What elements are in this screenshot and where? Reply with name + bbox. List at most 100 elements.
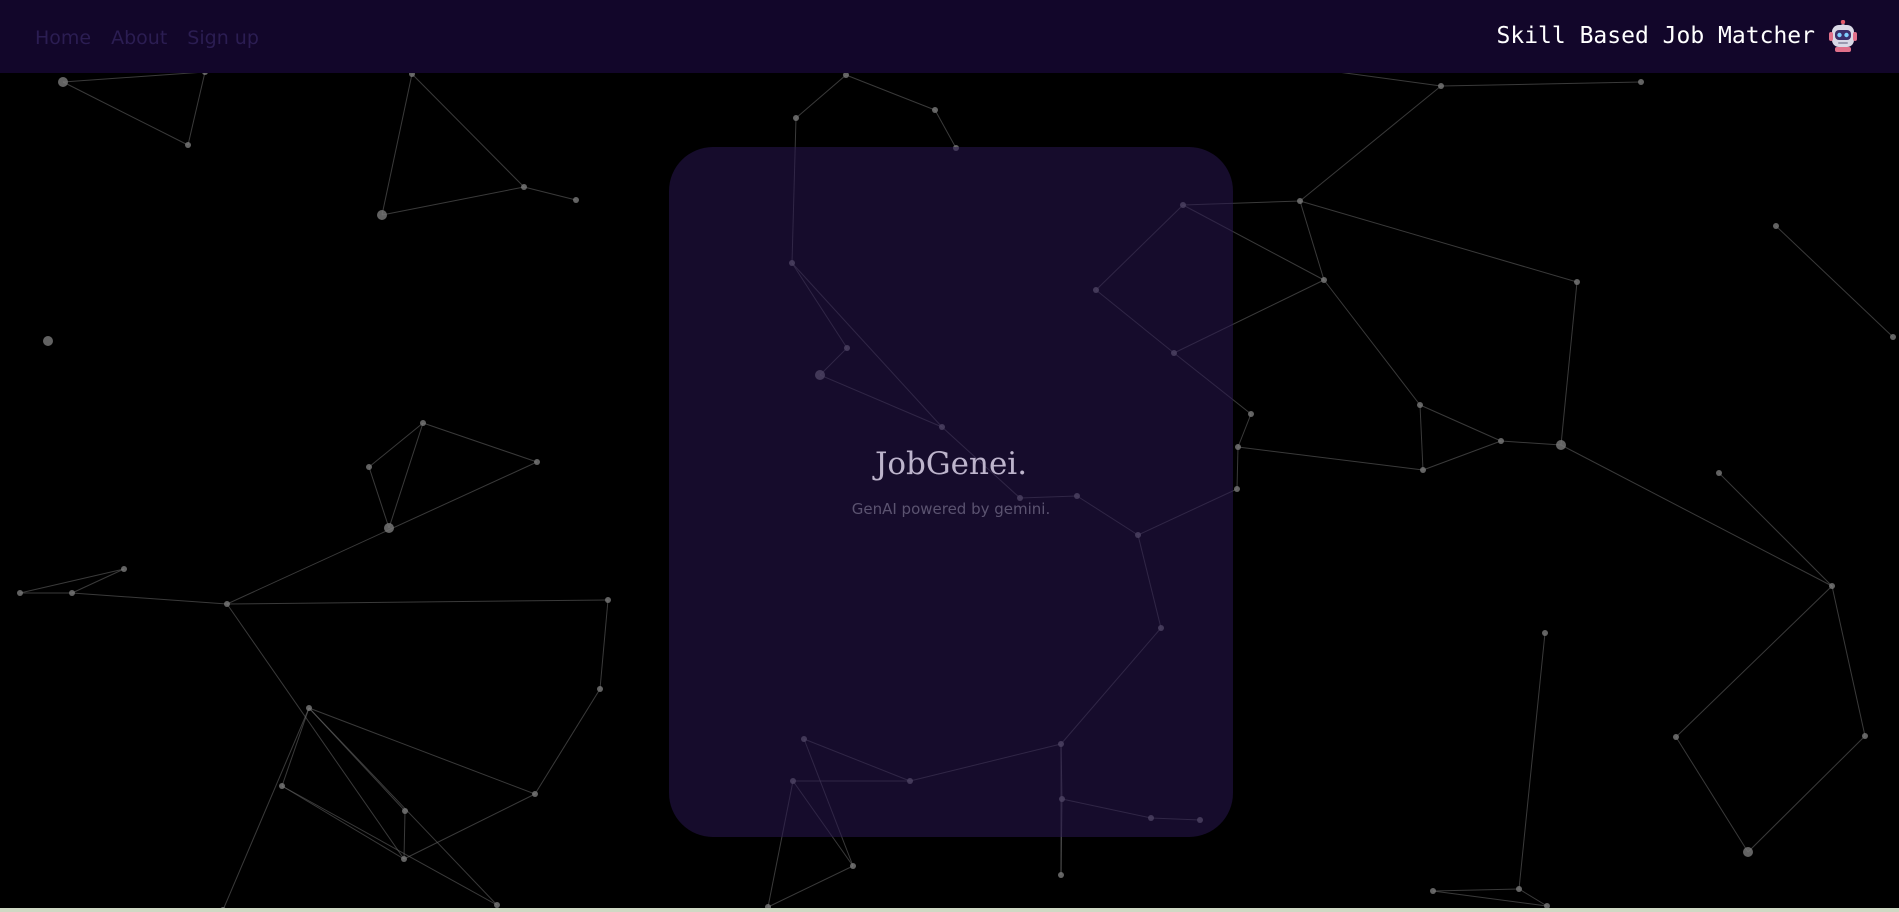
brand: Skill Based Job Matcher	[1496, 19, 1857, 52]
network-edge	[1831, 585, 1866, 737]
network-node	[121, 566, 127, 572]
network-node	[1420, 467, 1426, 473]
network-edge	[226, 599, 609, 605]
network-edge	[1500, 440, 1562, 446]
network-edge	[1432, 890, 1548, 907]
network-edge	[281, 785, 405, 860]
network-node	[17, 590, 23, 596]
network-edge	[534, 688, 601, 795]
network-node	[793, 115, 799, 121]
network-edge	[1299, 200, 1578, 283]
network-node	[384, 523, 394, 533]
network-node	[185, 142, 191, 148]
network-node	[1673, 734, 1679, 740]
network-node	[1234, 486, 1240, 492]
nav-link-home[interactable]: Home	[35, 26, 91, 50]
network-node	[1829, 583, 1835, 589]
network-edge	[1432, 888, 1520, 892]
network-edge	[403, 793, 536, 860]
nav-link-about[interactable]: About	[111, 26, 167, 50]
nav-link-sign-up[interactable]: Sign up	[187, 26, 259, 50]
network-edge	[403, 810, 406, 860]
network-edge	[1747, 735, 1866, 853]
network-edge	[381, 186, 525, 216]
network-edge	[1237, 446, 1424, 471]
nav-links: Home About Sign up	[35, 26, 259, 50]
network-edge	[1675, 736, 1749, 853]
network-node	[224, 601, 230, 607]
network-edge	[767, 865, 854, 908]
network-node	[1638, 79, 1644, 85]
network-edge	[1440, 81, 1642, 87]
network-node	[1773, 223, 1779, 229]
network-edge	[1237, 413, 1252, 448]
network-edge	[187, 71, 206, 146]
network-node	[1542, 630, 1548, 636]
network-node	[1430, 888, 1436, 894]
network-node	[306, 705, 312, 711]
network-edge	[1422, 440, 1502, 471]
network-edge	[1299, 200, 1325, 281]
page: Home About Sign up Skill Based Job Match…	[0, 0, 1899, 912]
network-node	[534, 459, 540, 465]
network-edge	[222, 707, 310, 911]
network-node	[377, 210, 387, 220]
network-edge	[71, 568, 125, 594]
network-node	[597, 686, 603, 692]
network-edge	[422, 422, 538, 463]
network-node	[58, 77, 68, 87]
network-node	[521, 184, 527, 190]
network-node	[573, 197, 579, 203]
network-edge	[411, 73, 525, 188]
network-node	[1417, 402, 1423, 408]
network-node	[420, 420, 426, 426]
network-node	[1890, 334, 1896, 340]
network-node	[1516, 886, 1522, 892]
network-edge	[19, 568, 125, 594]
network-node	[279, 783, 285, 789]
network-edge	[226, 603, 405, 860]
network-node	[532, 791, 538, 797]
brand-title: Skill Based Job Matcher	[1496, 23, 1816, 49]
network-edge	[381, 73, 413, 216]
network-edge	[1419, 404, 1424, 471]
hero-card: JobGenei. GenAI powered by gemini.	[669, 147, 1233, 837]
network-edge	[1518, 632, 1546, 890]
network-edge	[368, 466, 390, 529]
network-edge	[1518, 888, 1548, 907]
network-node	[1862, 733, 1868, 739]
network-node	[1297, 198, 1303, 204]
network-edge	[1419, 404, 1502, 442]
network-edge	[388, 422, 424, 529]
network-node	[1321, 277, 1327, 283]
network-node	[1574, 279, 1580, 285]
network-node	[43, 336, 53, 346]
network-edge	[281, 707, 310, 787]
network-edge	[1775, 225, 1894, 338]
network-edge	[523, 186, 577, 201]
network-edge	[308, 707, 498, 906]
network-edge	[845, 74, 936, 111]
network-edge	[599, 599, 609, 690]
network-edge	[1560, 444, 1833, 587]
network-edge	[62, 81, 189, 146]
network-node	[1058, 872, 1064, 878]
network-edge	[226, 461, 538, 605]
network-node	[1248, 411, 1254, 417]
network-node	[366, 464, 372, 470]
network-node	[1556, 440, 1566, 450]
robot-icon	[1829, 19, 1857, 52]
network-edge	[368, 422, 424, 468]
network-edge	[934, 109, 957, 149]
network-node	[69, 590, 75, 596]
network-node	[402, 808, 408, 814]
network-node	[1743, 847, 1753, 857]
network-node	[1235, 444, 1241, 450]
network-node	[1498, 438, 1504, 444]
network-edge	[795, 74, 847, 119]
network-node	[1716, 470, 1722, 476]
bottom-divider	[0, 908, 1899, 912]
network-edge	[71, 592, 228, 605]
network-node	[401, 856, 407, 862]
network-edge	[1299, 85, 1442, 202]
